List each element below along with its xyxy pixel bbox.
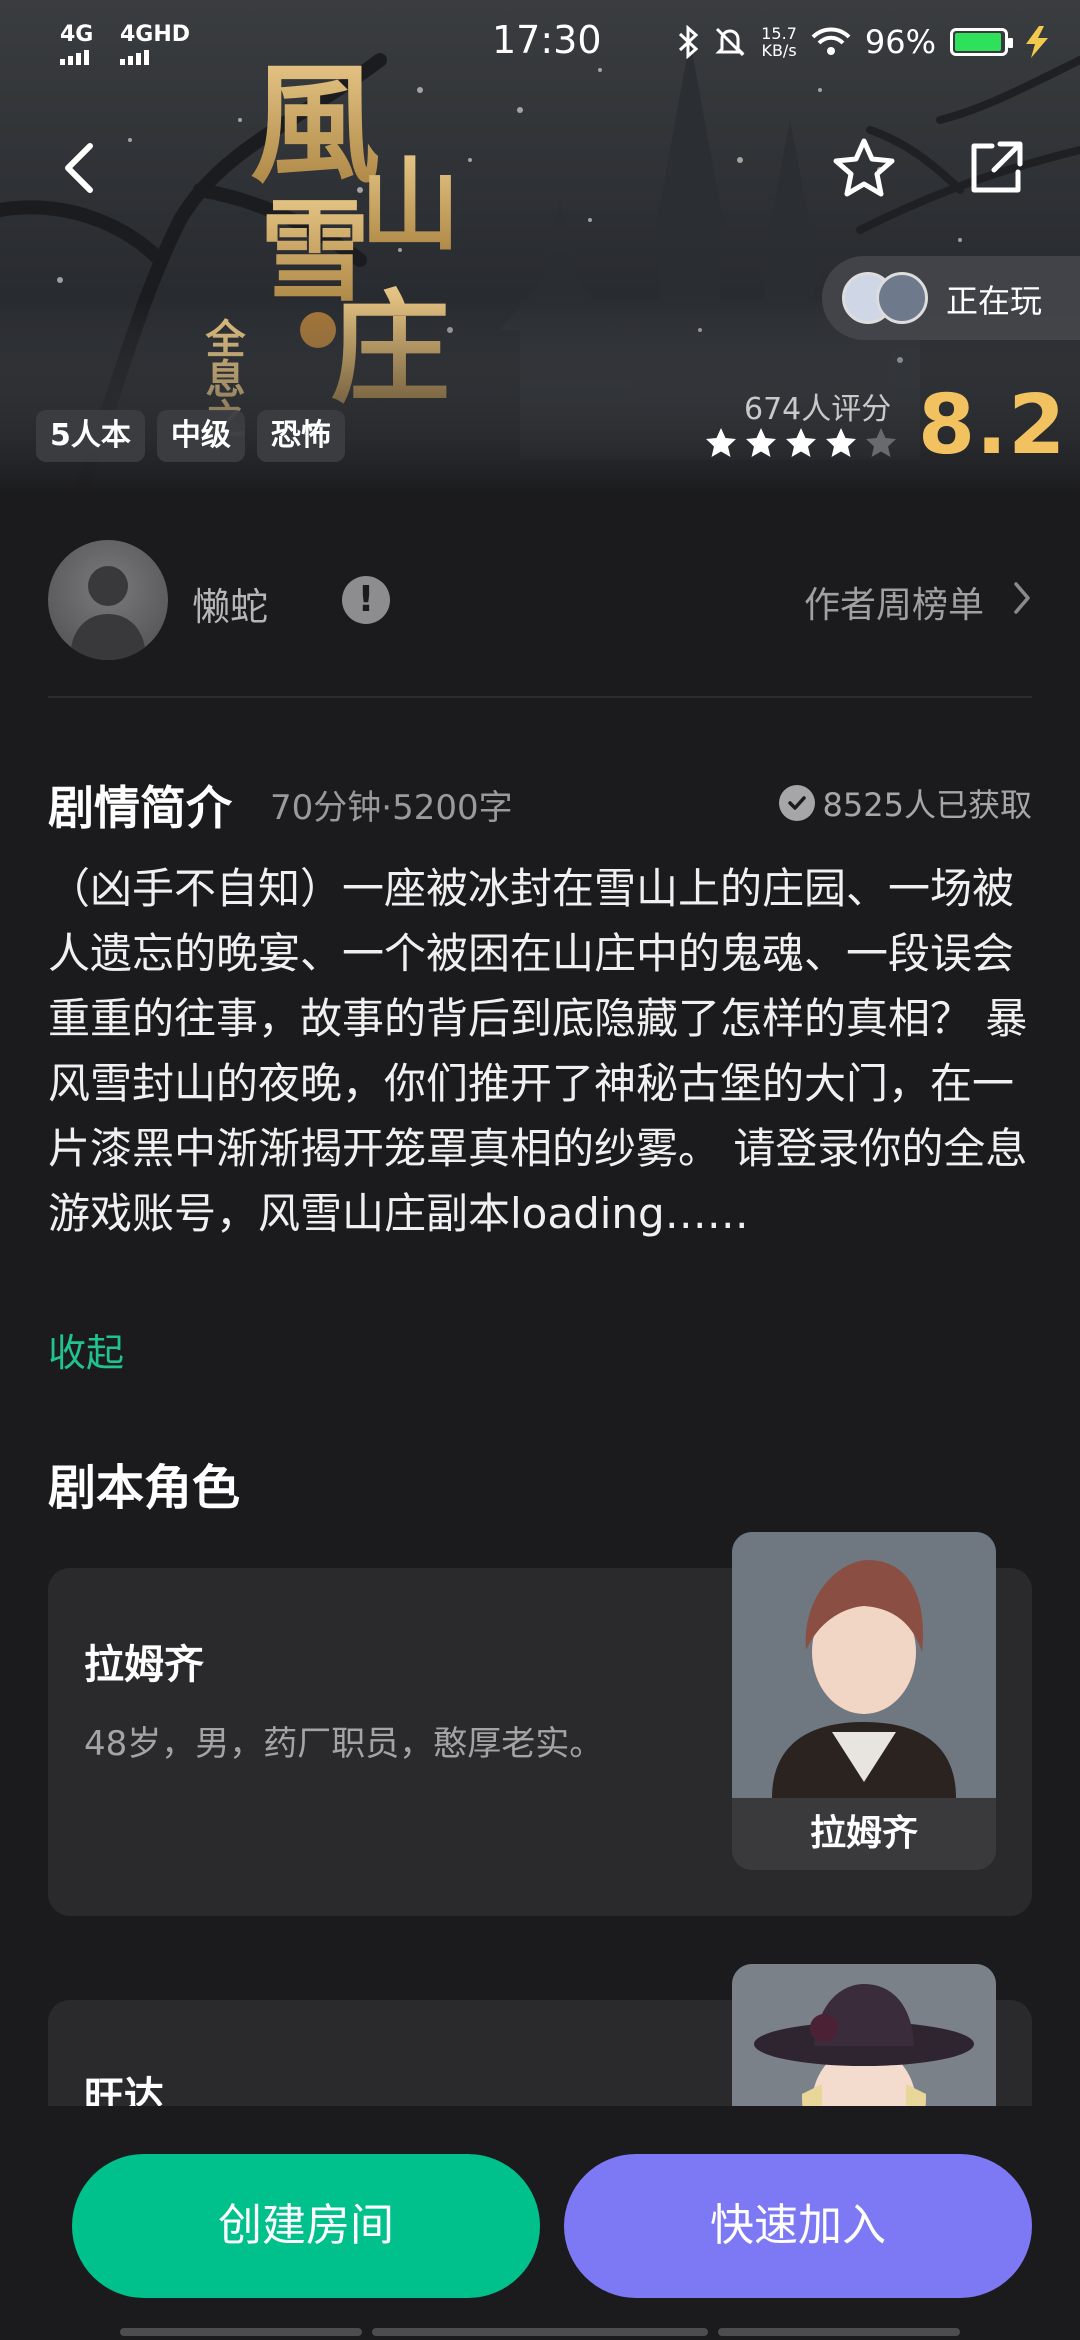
create-room-button[interactable]: 创建房间 (72, 2154, 540, 2298)
role-portrait-art (732, 1532, 996, 1798)
divider (48, 696, 1032, 698)
collapse-link[interactable]: 收起 (48, 1322, 124, 1377)
mute-icon (715, 27, 745, 57)
tag-players: 5人本 (36, 410, 145, 462)
author-name: 懒蛇 (192, 585, 269, 629)
bluetooth-icon (679, 25, 699, 59)
share-button[interactable] (956, 128, 1036, 208)
status-bar: 4G 4GHD 17:30 15.7 KB/s 96% (0, 0, 1080, 84)
obtained-count-label: 8525人已获取 (822, 786, 1032, 824)
default-avatar-icon (70, 566, 146, 660)
star-icon (746, 428, 776, 457)
hero-banner: 風 雪 山 庄 全息之 4G 4GHD 17:30 (0, 0, 1080, 492)
check-circle-icon (778, 785, 815, 821)
game-detail-page: 風 雪 山 庄 全息之 4G 4GHD 17:30 (0, 0, 1080, 2340)
star-icon (866, 428, 896, 457)
star-icon (706, 428, 736, 457)
star-icon (786, 428, 816, 457)
star-outline-icon (833, 138, 895, 197)
role-name: 拉姆齐 (84, 1642, 204, 1688)
star-icon (826, 428, 856, 457)
rating-stars (704, 426, 898, 460)
author-avatar[interactable] (48, 540, 168, 660)
obtained-count: 8525人已获取 (778, 780, 1032, 826)
title-art-char-3: 山 (360, 146, 460, 264)
role-portrait[interactable]: 拉姆齐 (732, 1532, 996, 1870)
net-speed: 15.7 KB/s (761, 24, 797, 60)
status-time: 17:30 (492, 18, 602, 62)
rating-count: 674人评分 (744, 392, 892, 427)
synopsis-text: （凶手不自知）一座被冰封在雪山上的庄园、一场被人遗忘的晚宴、一个被困在山庄中的鬼… (48, 864, 1028, 1238)
nav-gesture-bar (372, 2328, 708, 2336)
charging-icon (1026, 26, 1048, 58)
tag-genre: 恐怖 (256, 410, 345, 462)
now-playing-pill[interactable]: 正在玩 (822, 256, 1080, 340)
bottom-action-bar: 创建房间 快速加入 (0, 2106, 1080, 2340)
network-2-label: 4GHD (120, 22, 190, 65)
roles-heading: 剧本角色 (48, 1460, 241, 1516)
share-icon (971, 141, 1023, 193)
battery-icon (950, 28, 1013, 56)
back-icon (65, 143, 93, 193)
chevron-right-icon[interactable] (1012, 580, 1032, 616)
nav-gesture-bar (120, 2328, 362, 2336)
synopsis-meta: 70分钟·5200字 (270, 788, 513, 828)
author-weekly-rank-link[interactable]: 作者周榜单 (804, 576, 984, 628)
battery-percent: 96% (864, 23, 936, 61)
exclamation-icon[interactable]: ! (342, 576, 390, 624)
network-1-label: 4G (60, 22, 93, 65)
quick-join-button[interactable]: 快速加入 (564, 2154, 1032, 2298)
player-avatar (876, 272, 928, 324)
favorite-button[interactable] (824, 128, 904, 208)
wifi-icon (811, 27, 851, 55)
back-button[interactable] (40, 128, 120, 208)
role-portrait-label: 拉姆齐 (732, 1798, 996, 1870)
now-playing-label: 正在玩 (946, 282, 1043, 320)
tag-level: 中级 (156, 410, 245, 462)
status-right-group: 15.7 KB/s 96% (677, 18, 1052, 66)
author-row[interactable]: 懒蛇 ! 作者周榜单 (48, 540, 1032, 660)
role-description: 48岁，男，药厂职员，憨厚老实。 (84, 1724, 604, 1764)
rating-score: 8.2 (918, 378, 1067, 473)
tag-list: 5人本 中级 恐怖 (36, 410, 345, 462)
nav-gesture-bar (718, 2328, 960, 2336)
synopsis-heading: 剧情简介 (48, 781, 232, 835)
